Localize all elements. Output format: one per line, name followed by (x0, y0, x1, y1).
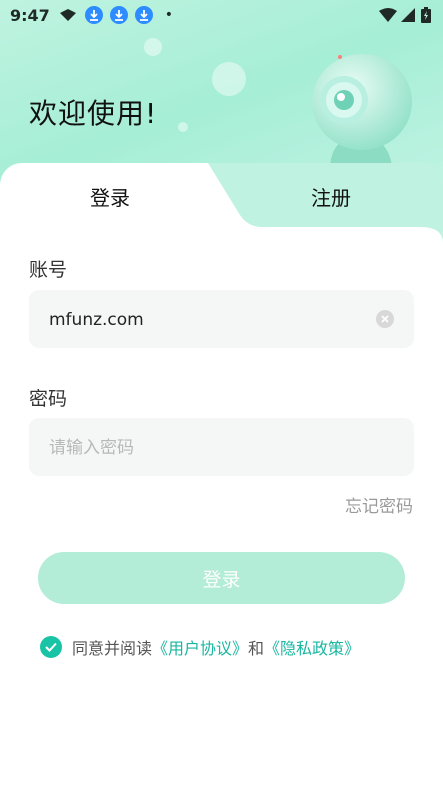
account-label: 账号 (29, 259, 68, 281)
account-field (29, 290, 414, 350)
login-button[interactable]: 登录 (38, 552, 405, 604)
welcome-title: 欢迎使用! (29, 97, 158, 130)
forgot-password-link[interactable]: 忘记密码 (345, 492, 413, 517)
decor-bubble (178, 122, 188, 132)
download-icon (134, 6, 153, 24)
user-agreement-link[interactable]: 《用户协议》 (152, 635, 248, 659)
flag-icon (59, 9, 76, 21)
battery-icon (421, 7, 431, 23)
status-time: 9:47 (10, 5, 50, 25)
download-icon (109, 6, 128, 24)
status-dot: • (164, 7, 174, 23)
password-input[interactable] (47, 418, 371, 478)
tab-register[interactable]: 注册 (311, 182, 351, 211)
account-input[interactable] (47, 290, 371, 350)
decor-bubble (212, 62, 246, 96)
decor-bubble (144, 38, 162, 56)
clear-icon[interactable] (376, 310, 394, 328)
privacy-policy-link[interactable]: 《隐私政策》 (264, 635, 360, 659)
register-tab-background (208, 163, 443, 243)
agreement-prefix: 同意并阅读 (72, 639, 153, 658)
agreement-row: 同意并阅读 《用户协议》 和 《隐私政策》 (40, 635, 360, 659)
signal-icon (401, 8, 415, 22)
status-bar: 9:47 • (0, 0, 443, 30)
tab-login[interactable]: 登录 (90, 182, 130, 211)
download-icon (84, 6, 103, 24)
camera-icon (312, 54, 412, 166)
check-icon[interactable] (40, 636, 62, 658)
password-field (29, 418, 414, 478)
wifi-icon (379, 8, 397, 22)
agreement-and: 和 (248, 639, 265, 658)
password-label: 密码 (29, 388, 68, 410)
